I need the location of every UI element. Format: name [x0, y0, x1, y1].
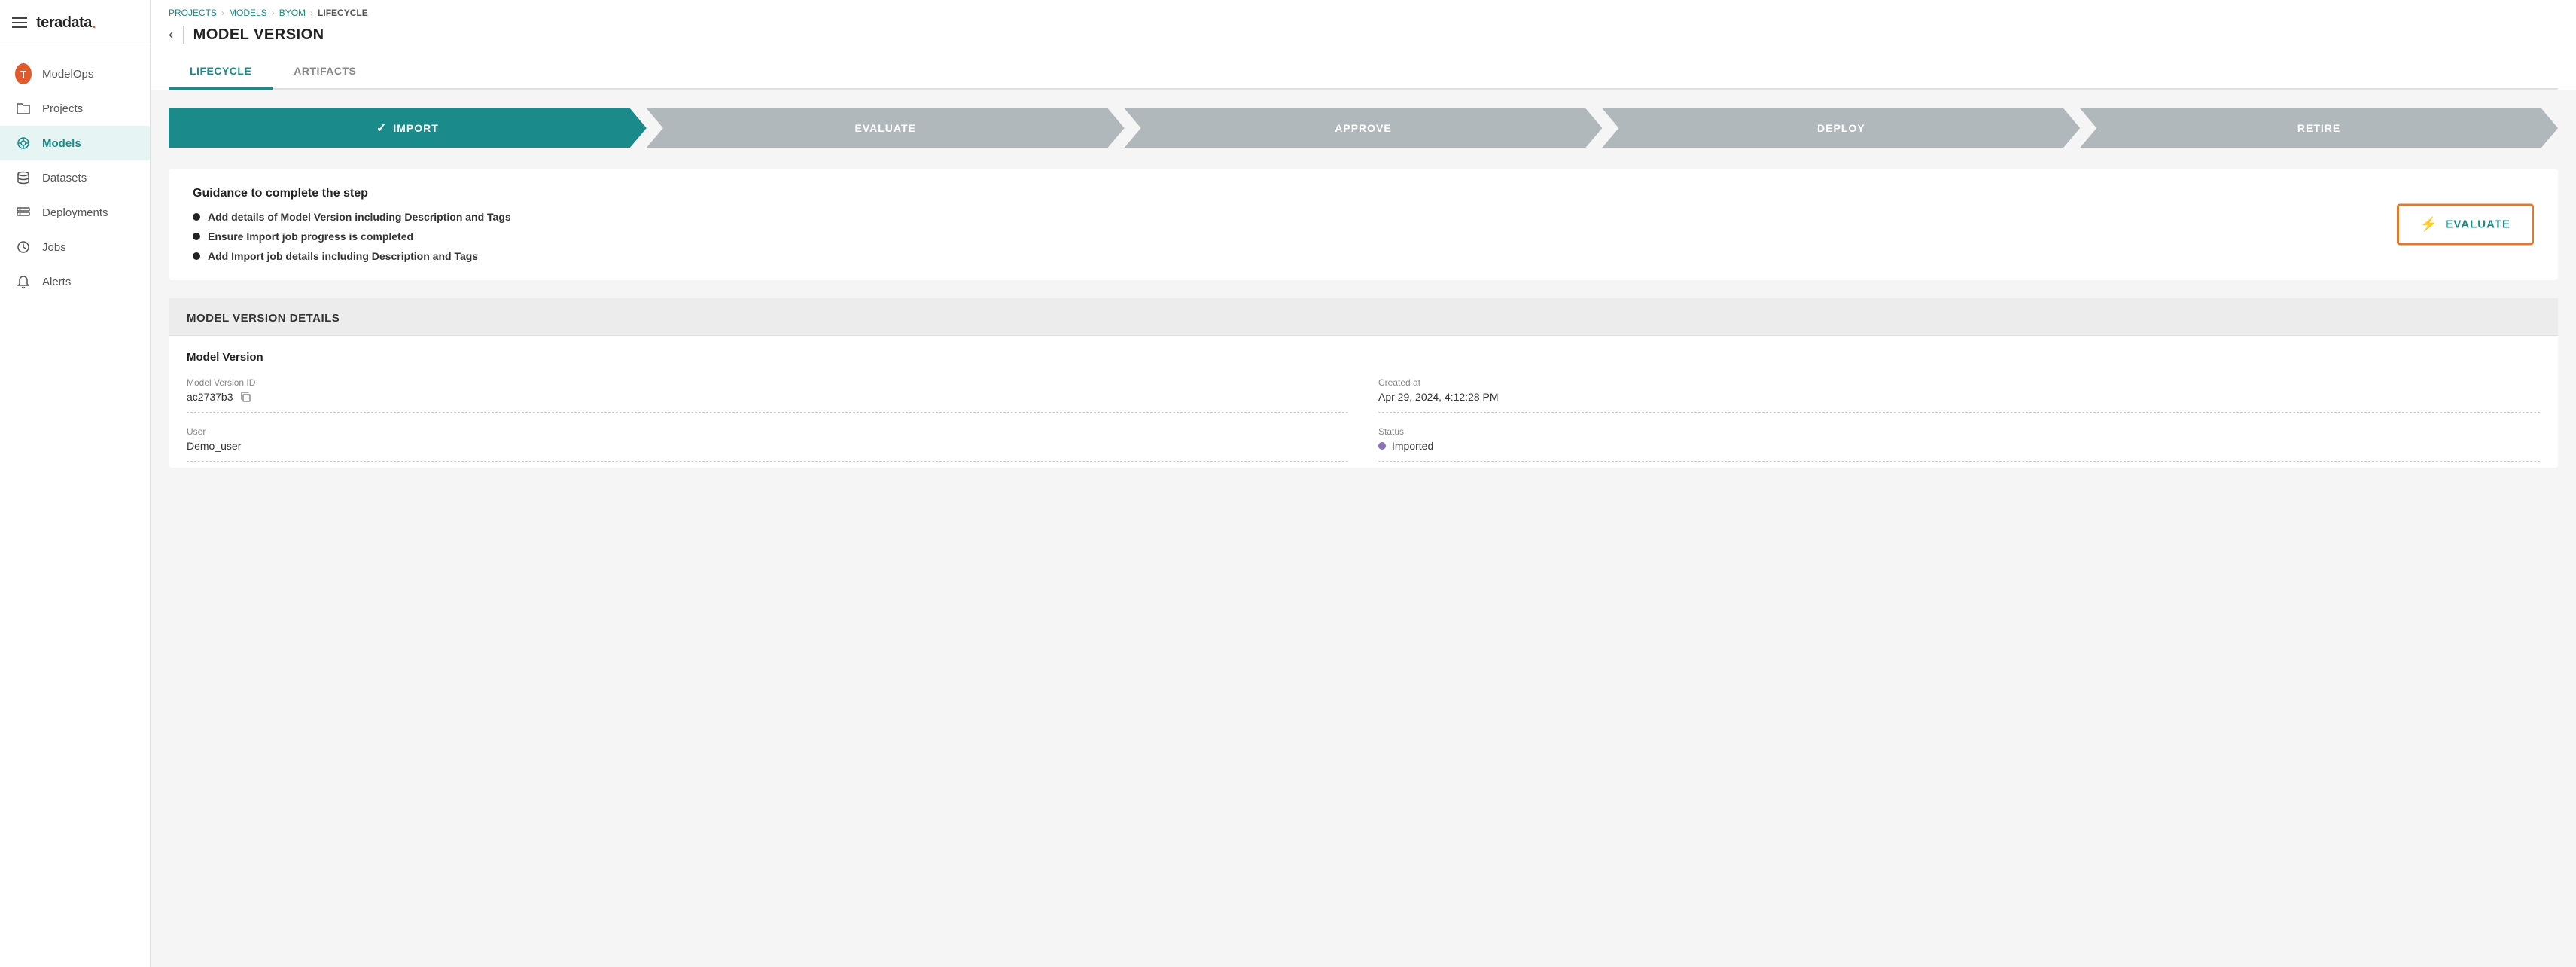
breadcrumb-sep-3: › [310, 8, 313, 18]
breadcrumb-sep-2: › [272, 8, 275, 18]
field-value-user: Demo_user [187, 440, 1348, 462]
pipeline-step-evaluate-label: EVALUATE [855, 122, 916, 134]
guidance-item-1: Add details of Model Version including D… [193, 211, 2534, 223]
guidance-card: Guidance to complete the step Add detail… [169, 169, 2558, 280]
sidebar-item-label-deployments: Deployments [42, 206, 108, 219]
field-value-model-version-id: ac2737b3 [187, 391, 1348, 413]
tab-artifacts[interactable]: ARTIFACTS [273, 54, 377, 90]
guidance-item-2-text: Ensure Import job progress is completed [208, 230, 413, 243]
evaluate-icon: ⚡ [2420, 217, 2437, 233]
logo-dot: . [92, 14, 97, 32]
pipeline-step-retire-label: RETIRE [2297, 122, 2340, 134]
pipeline-step-evaluate[interactable]: EVALUATE [647, 108, 1125, 148]
sidebar-header: teradata. [0, 0, 150, 44]
sidebar-item-label-modelops: ModelOps [42, 68, 93, 81]
modelops-icon: T [15, 66, 32, 82]
pipeline-step-deploy[interactable]: DEPLOY [1602, 108, 2080, 148]
breadcrumb-projects[interactable]: PROJECTS [169, 8, 217, 18]
sidebar-item-label-models: Models [42, 137, 81, 150]
title-divider [183, 26, 184, 44]
sidebar: teradata. T ModelOps Projects Models [0, 0, 151, 967]
breadcrumb-current: LIFECYCLE [318, 8, 368, 18]
tabs-row: LIFECYCLE ARTIFACTS [169, 54, 2558, 90]
breadcrumb-byom[interactable]: BYOM [279, 8, 306, 18]
models-icon [15, 135, 32, 151]
field-label-user: User [187, 426, 1348, 437]
alerts-icon [15, 273, 32, 290]
topbar: PROJECTS › MODELS › BYOM › LIFECYCLE ‹ M… [151, 0, 2576, 90]
page-title: MODEL VERSION [193, 26, 324, 44]
sidebar-item-deployments[interactable]: Deployments [0, 195, 150, 230]
status-text: Imported [1392, 440, 1433, 452]
sidebar-item-label-jobs: Jobs [42, 241, 66, 254]
field-label-status: Status [1378, 426, 2540, 437]
user-text: Demo_user [187, 440, 241, 452]
sidebar-nav: T ModelOps Projects Models Datasets [0, 44, 150, 967]
details-inner: Model Version Model Version ID ac2737b3 … [169, 336, 2558, 468]
guidance-title: Guidance to complete the step [193, 187, 2534, 200]
tab-lifecycle[interactable]: LIFECYCLE [169, 54, 273, 90]
section-title: MODEL VERSION DETAILS [169, 298, 2558, 336]
model-version-id-text: ac2737b3 [187, 391, 233, 403]
field-col-right: Created at Apr 29, 2024, 4:12:28 PM Stat… [1378, 377, 2540, 462]
logo: teradata. [36, 14, 96, 32]
breadcrumb-sep-1: › [221, 8, 224, 18]
logo-text: teradata [36, 14, 92, 32]
created-at-text: Apr 29, 2024, 4:12:28 PM [1378, 391, 1499, 403]
folder-icon [15, 100, 32, 117]
datasets-icon [15, 169, 32, 186]
breadcrumb-models[interactable]: MODELS [229, 8, 267, 18]
bullet-dot-2 [193, 233, 200, 240]
check-icon: ✓ [376, 120, 387, 136]
model-version-details-card: MODEL VERSION DETAILS Model Version Mode… [169, 298, 2558, 468]
field-label-model-version-id: Model Version ID [187, 377, 1348, 388]
pipeline-step-import[interactable]: ✓ IMPORT [169, 108, 647, 148]
status-dot-icon [1378, 442, 1386, 450]
bullet-dot-1 [193, 213, 200, 221]
pipeline-step-approve-label: APPROVE [1335, 122, 1391, 134]
field-label-created-at: Created at [1378, 377, 2540, 388]
fields-row-1: Model Version ID ac2737b3 User Demo_user [187, 377, 2540, 462]
sidebar-item-jobs[interactable]: Jobs [0, 230, 150, 264]
jobs-icon [15, 239, 32, 255]
field-group-title: Model Version [187, 351, 2540, 364]
pipeline-step-deploy-label: DEPLOY [1817, 122, 1865, 134]
pipeline-step-import-label: IMPORT [393, 122, 438, 134]
breadcrumb: PROJECTS › MODELS › BYOM › LIFECYCLE [169, 0, 2558, 21]
sidebar-item-models[interactable]: Models [0, 126, 150, 160]
field-value-status: Imported [1378, 440, 2540, 462]
deployments-icon [15, 204, 32, 221]
pipeline-step-approve[interactable]: APPROVE [1125, 108, 1603, 148]
guidance-item-2: Ensure Import job progress is completed [193, 230, 2534, 243]
back-button[interactable]: ‹ [169, 26, 174, 44]
copy-icon[interactable] [239, 391, 251, 403]
main-content: PROJECTS › MODELS › BYOM › LIFECYCLE ‹ M… [151, 0, 2576, 967]
sidebar-item-projects[interactable]: Projects [0, 91, 150, 126]
hamburger-menu-icon[interactable] [12, 17, 27, 28]
evaluate-button-label: EVALUATE [2445, 218, 2511, 231]
guidance-item-3: Add Import job details including Descrip… [193, 250, 2534, 262]
sidebar-item-modelops[interactable]: T ModelOps [0, 56, 150, 91]
evaluate-button[interactable]: ⚡ EVALUATE [2397, 204, 2534, 246]
guidance-item-3-text: Add Import job details including Descrip… [208, 250, 478, 262]
content-area: ✓ IMPORT EVALUATE APPROVE DEPLOY RETIRE … [151, 90, 2576, 967]
sidebar-item-datasets[interactable]: Datasets [0, 160, 150, 195]
bullet-dot-3 [193, 252, 200, 260]
field-value-created-at: Apr 29, 2024, 4:12:28 PM [1378, 391, 2540, 413]
guidance-item-1-text: Add details of Model Version including D… [208, 211, 511, 223]
sidebar-item-label-alerts: Alerts [42, 276, 71, 288]
page-title-row: ‹ MODEL VERSION [169, 21, 2558, 54]
pipeline-step-retire[interactable]: RETIRE [2080, 108, 2558, 148]
sidebar-item-label-projects: Projects [42, 102, 83, 115]
field-col-left: Model Version ID ac2737b3 User Demo_user [187, 377, 1378, 462]
sidebar-item-alerts[interactable]: Alerts [0, 264, 150, 299]
pipeline: ✓ IMPORT EVALUATE APPROVE DEPLOY RETIRE [169, 108, 2558, 148]
avatar-icon: T [15, 63, 32, 84]
guidance-list: Add details of Model Version including D… [193, 211, 2534, 262]
sidebar-item-label-datasets: Datasets [42, 172, 87, 185]
